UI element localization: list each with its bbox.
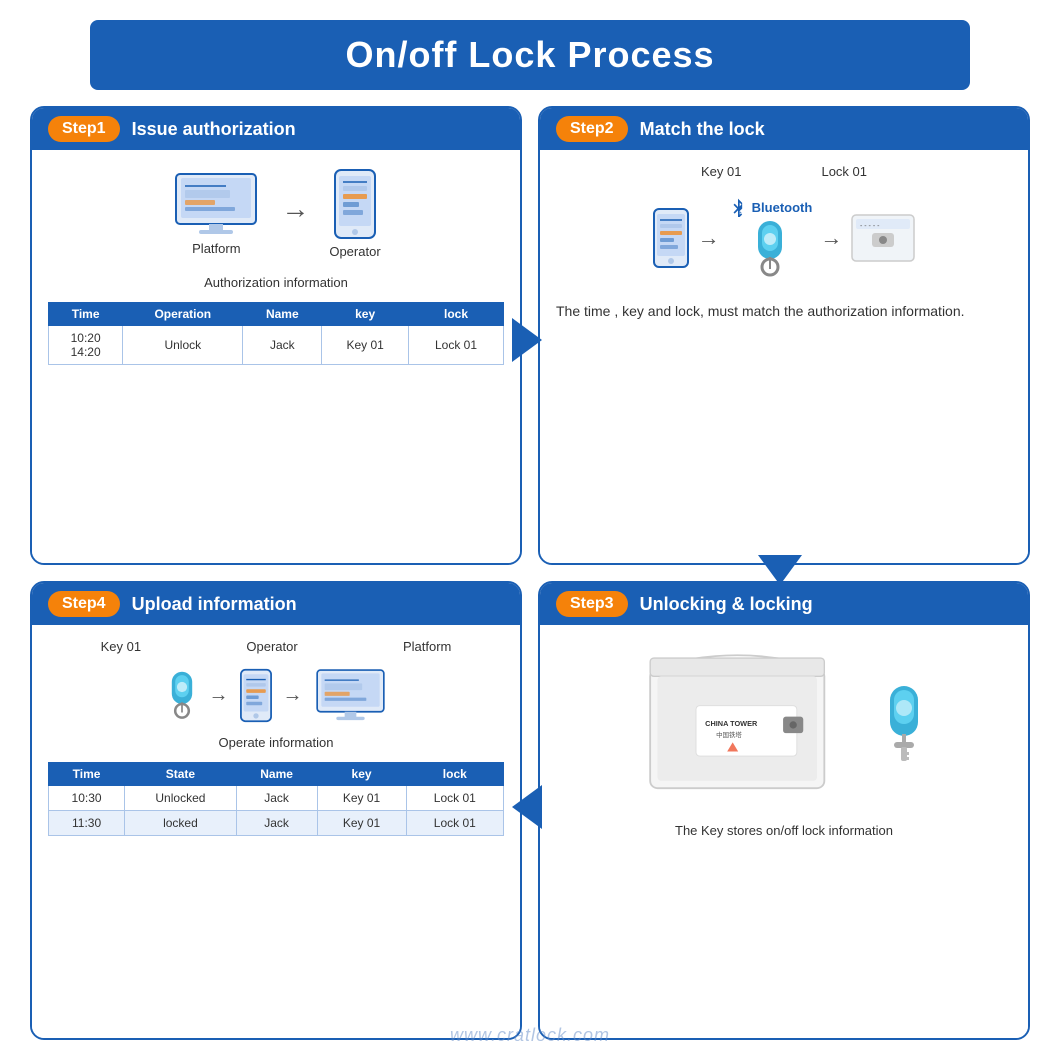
lock-box-icon: - - - - - — [850, 213, 916, 263]
step4-key-icon — [165, 668, 199, 723]
step4-operator-label: Operator — [246, 639, 297, 654]
auth-info-label: Authorization information — [48, 275, 504, 290]
operate-table: Time State Name key lock 10:30 Unlocked — [48, 762, 504, 836]
op-key-1: Key 01 — [317, 786, 406, 811]
step4-arrow2: → — [283, 684, 303, 707]
step2-card: Step2 Match the lock Key 01 Lock 01 — [538, 106, 1030, 565]
auth-operation: Unlock — [123, 326, 243, 365]
op-row-2: 11:30 locked Jack Key 01 Lock 01 — [49, 811, 504, 836]
step3-lock-box: CHINA TOWER 中国铁塔 — [641, 649, 861, 799]
step4-diagram: → → — [48, 668, 504, 723]
op-row-1: 10:30 Unlocked Jack Key 01 Lock 01 — [49, 786, 504, 811]
op-time-1: 10:30 — [49, 786, 125, 811]
op-name-1: Jack — [236, 786, 317, 811]
step4-card: Step4 Upload information Key 01 Operator… — [30, 581, 522, 1040]
auth-row-1: 10:2014:20 Unlock Jack Key 01 Lock 01 — [49, 326, 504, 365]
lock01-label: Lock 01 — [821, 164, 867, 179]
step4-key-label: Key 01 — [101, 639, 141, 654]
step3-key-icon — [881, 684, 927, 764]
svg-text:- - - - -: - - - - - — [860, 223, 880, 230]
svg-text:CHINA TOWER: CHINA TOWER — [705, 719, 758, 728]
step4-body: Key 01 Operator Platform — [32, 625, 520, 1038]
step1-header: Step1 Issue authorization — [32, 108, 520, 150]
auth-time: 10:2014:20 — [49, 326, 123, 365]
auth-col-lock: lock — [409, 303, 504, 326]
auth-table: Time Operation Name key lock 10:2014:20 … — [48, 302, 504, 365]
step3-diagram: CHINA TOWER 中国铁塔 — [641, 649, 927, 799]
auth-name: Jack — [243, 326, 322, 365]
step4-title: Upload information — [132, 594, 297, 615]
op-col-time: Time — [49, 763, 125, 786]
step2-description: The time , key and lock, must match the … — [556, 301, 1012, 322]
op-col-key: key — [317, 763, 406, 786]
platform-label: Platform — [192, 241, 240, 256]
bluetooth-text: Bluetooth — [752, 200, 813, 215]
auth-col-time: Time — [49, 303, 123, 326]
step4-header: Step4 Upload information — [32, 583, 520, 625]
bluetooth-key-group: Bluetooth — [728, 197, 813, 279]
step4-labels: Key 01 Operator Platform — [48, 639, 504, 654]
step4-monitor-icon — [313, 668, 388, 723]
step2-phone-icon — [652, 207, 690, 269]
step4-badge: Step4 — [48, 591, 120, 617]
auth-lock: Lock 01 — [409, 326, 504, 365]
arrow-right-icon: → — [281, 193, 309, 225]
step3-body: CHINA TOWER 中国铁塔 — [540, 625, 1028, 1038]
key-fob-icon — [750, 219, 790, 279]
op-col-name: Name — [236, 763, 317, 786]
step2-diagram: → Bluetooth — [556, 197, 1012, 279]
op-state-1: Unlocked — [125, 786, 237, 811]
step2-title: Match the lock — [640, 119, 765, 140]
step1-title: Issue authorization — [132, 119, 296, 140]
platform-item: Platform — [171, 172, 261, 256]
operate-info-label: Operate information — [48, 735, 504, 750]
step3-card: Step3 Unlocking & locking — [538, 581, 1030, 1040]
auth-col-name: Name — [243, 303, 322, 326]
op-time-2: 11:30 — [49, 811, 125, 836]
operator-item: Operator — [329, 168, 380, 259]
op-state-2: locked — [125, 811, 237, 836]
page-title: On/off Lock Process — [120, 34, 940, 76]
step1-body: Platform → — [32, 150, 520, 563]
step1-diagram: Platform → — [48, 168, 504, 259]
step3-header: Step3 Unlocking & locking — [540, 583, 1028, 625]
step2-labels: Key 01 Lock 01 — [556, 164, 1012, 179]
steps-grid: Step1 Issue authorization — [30, 106, 1030, 1040]
step2-arrow1: → — [698, 225, 720, 251]
key01-label: Key 01 — [701, 164, 741, 179]
step2-header: Step2 Match the lock — [540, 108, 1028, 150]
steps-wrapper: Step1 Issue authorization — [30, 106, 1030, 1040]
auth-key: Key 01 — [322, 326, 409, 365]
op-col-state: State — [125, 763, 237, 786]
step1-card: Step1 Issue authorization — [30, 106, 522, 565]
step2-badge: Step2 — [556, 116, 628, 142]
step2-arrow2: → — [820, 225, 842, 251]
step3-caption: The Key stores on/off lock information — [675, 823, 893, 838]
page-container: On/off Lock Process Step1 Issue authoriz… — [0, 0, 1060, 1060]
title-bar: On/off Lock Process — [90, 20, 970, 90]
op-lock-1: Lock 01 — [406, 786, 503, 811]
auth-col-operation: Operation — [123, 303, 243, 326]
step3-badge: Step3 — [556, 591, 628, 617]
step1-badge: Step1 — [48, 116, 120, 142]
op-lock-2: Lock 01 — [406, 811, 503, 836]
svg-text:中国铁塔: 中国铁塔 — [716, 730, 742, 739]
step4-arrow1: → — [209, 684, 229, 707]
operator-label: Operator — [329, 244, 380, 259]
bluetooth-label-row: Bluetooth — [728, 197, 813, 217]
monitor-icon — [171, 172, 261, 237]
op-key-2: Key 01 — [317, 811, 406, 836]
op-col-lock: lock — [406, 763, 503, 786]
op-name-2: Jack — [236, 811, 317, 836]
bluetooth-icon — [728, 197, 748, 217]
auth-col-key: key — [322, 303, 409, 326]
step3-title: Unlocking & locking — [640, 594, 813, 615]
step2-body: Key 01 Lock 01 — [540, 150, 1028, 563]
step4-phone-icon — [239, 668, 273, 723]
step4-platform-label: Platform — [403, 639, 451, 654]
phone-icon — [333, 168, 377, 240]
